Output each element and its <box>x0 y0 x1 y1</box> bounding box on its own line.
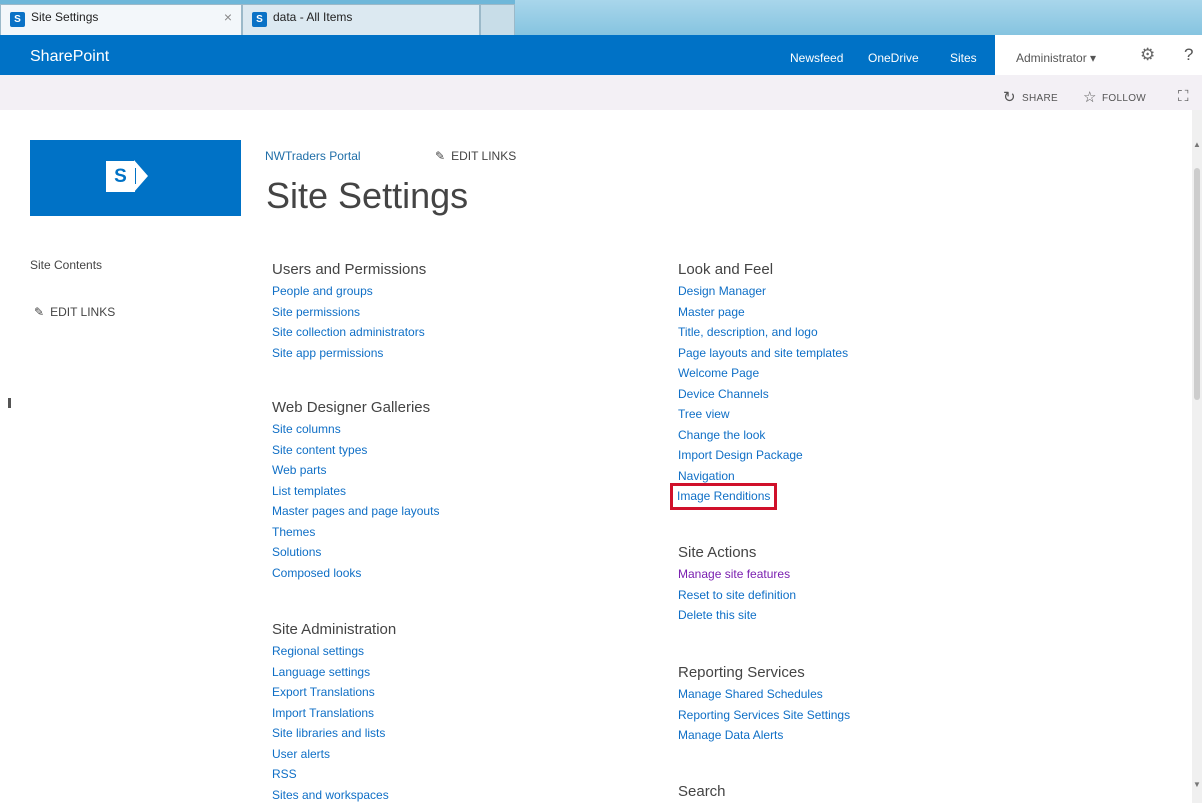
scroll-down-icon[interactable]: ▼ <box>1193 780 1201 789</box>
section-search: Search <box>678 781 726 803</box>
section-web-designer-galleries: Web Designer Galleries Site columns Site… <box>272 397 439 583</box>
link-design-manager[interactable]: Design Manager <box>678 281 848 302</box>
focus-marker <box>8 398 11 408</box>
link-device-channels[interactable]: Device Channels <box>678 384 848 405</box>
link-welcome-page[interactable]: Welcome Page <box>678 363 848 384</box>
link-page-layouts-templates[interactable]: Page layouts and site templates <box>678 343 848 364</box>
link-import-design-package[interactable]: Import Design Package <box>678 445 848 466</box>
gear-icon[interactable]: ⚙ <box>1140 45 1155 65</box>
tab-site-settings[interactable]: S Site Settings × <box>0 4 242 35</box>
link-site-libraries-lists[interactable]: Site libraries and lists <box>272 723 396 744</box>
section-title: Users and Permissions <box>272 261 427 278</box>
browser-tabstrip: S Site Settings × S data - All Items <box>0 0 1202 35</box>
link-title-description-logo[interactable]: Title, description, and logo <box>678 322 848 343</box>
link-list-templates[interactable]: List templates <box>272 481 439 502</box>
section-reporting-services: Reporting Services Manage Shared Schedul… <box>678 662 850 746</box>
link-language-settings[interactable]: Language settings <box>272 662 396 683</box>
edit-links-label: EDIT LINKS <box>451 149 517 163</box>
link-people-groups[interactable]: People and groups <box>272 281 426 302</box>
section-look-and-feel: Look and Feel Design Manager Master page… <box>669 259 848 510</box>
link-regional-settings[interactable]: Regional settings <box>272 641 396 662</box>
link-site-app-permissions[interactable]: Site app permissions <box>272 343 426 364</box>
edit-links-nav-button[interactable]: ✎ EDIT LINKS <box>34 305 115 319</box>
sharepoint-favicon-icon: S <box>252 12 267 27</box>
link-manage-site-features[interactable]: Manage site features <box>678 564 796 585</box>
sharepoint-favicon-icon: S <box>10 12 25 27</box>
pencil-icon: ✎ <box>34 305 45 319</box>
link-master-page[interactable]: Master page <box>678 302 848 323</box>
share-icon[interactable]: ↻ <box>1003 88 1016 106</box>
link-site-collection-admins[interactable]: Site collection administrators <box>272 322 426 343</box>
suite-link-newsfeed[interactable]: Newsfeed <box>790 51 843 65</box>
edit-links-label: EDIT LINKS <box>50 305 116 319</box>
logo-arrow-icon <box>134 160 148 192</box>
page-title: Site Settings <box>266 175 469 216</box>
link-themes[interactable]: Themes <box>272 522 439 543</box>
link-solutions[interactable]: Solutions <box>272 542 439 563</box>
follow-button[interactable]: FOLLOW <box>1102 93 1146 104</box>
suite-link-onedrive[interactable]: OneDrive <box>868 51 919 65</box>
link-image-renditions[interactable]: Image Renditions <box>669 483 778 510</box>
star-icon[interactable]: ☆ <box>1083 88 1096 106</box>
link-change-the-look[interactable]: Change the look <box>678 425 848 446</box>
tab-label: Site Settings <box>31 10 99 24</box>
link-navigation[interactable]: Navigation <box>678 466 848 487</box>
link-composed-looks[interactable]: Composed looks <box>272 563 439 584</box>
link-manage-shared-schedules[interactable]: Manage Shared Schedules <box>678 684 850 705</box>
link-manage-data-alerts[interactable]: Manage Data Alerts <box>678 725 850 746</box>
link-rss[interactable]: RSS <box>272 764 396 785</box>
link-reset-site-definition[interactable]: Reset to site definition <box>678 585 796 606</box>
sharepoint-logo-icon: S <box>106 161 135 192</box>
section-title: Search <box>678 783 726 800</box>
tabstrip-background <box>515 0 1202 35</box>
share-button[interactable]: SHARE <box>1022 93 1058 104</box>
scroll-up-icon[interactable]: ▲ <box>1193 140 1201 149</box>
link-master-pages-layouts[interactable]: Master pages and page layouts <box>272 501 439 522</box>
link-export-translations[interactable]: Export Translations <box>272 682 396 703</box>
edit-links-top-button[interactable]: ✎ EDIT LINKS <box>435 149 516 163</box>
tab-label: data - All Items <box>273 10 353 24</box>
section-site-administration: Site Administration Regional settings La… <box>272 619 396 803</box>
user-menu[interactable]: Administrator ▾ <box>1016 51 1096 65</box>
section-title: Site Administration <box>272 621 397 638</box>
tab-data-all-items[interactable]: S data - All Items <box>242 4 480 35</box>
close-tab-icon[interactable]: × <box>224 9 232 25</box>
link-tree-view[interactable]: Tree view <box>678 404 848 425</box>
link-site-columns[interactable]: Site columns <box>272 419 439 440</box>
link-user-alerts[interactable]: User alerts <box>272 744 396 765</box>
section-title: Web Designer Galleries <box>272 399 431 416</box>
link-web-parts[interactable]: Web parts <box>272 460 439 481</box>
section-title: Site Actions <box>678 544 757 561</box>
site-logo[interactable]: S <box>30 140 241 216</box>
link-delete-this-site[interactable]: Delete this site <box>678 605 796 626</box>
suite-link-sites[interactable]: Sites <box>950 51 977 65</box>
section-site-actions: Site Actions Manage site features Reset … <box>678 542 796 626</box>
link-site-content-types[interactable]: Site content types <box>272 440 439 461</box>
link-reporting-services-settings[interactable]: Reporting Services Site Settings <box>678 705 850 726</box>
sharepoint-brand[interactable]: SharePoint <box>30 48 109 66</box>
section-users-permissions: Users and Permissions People and groups … <box>272 259 426 363</box>
focus-on-content-icon[interactable]: ⛶ <box>1178 88 1189 105</box>
breadcrumb[interactable]: NWTraders Portal <box>265 149 361 163</box>
help-icon[interactable]: ? <box>1184 45 1193 65</box>
link-import-translations[interactable]: Import Translations <box>272 703 396 724</box>
link-site-permissions[interactable]: Site permissions <box>272 302 426 323</box>
nav-site-contents[interactable]: Site Contents <box>30 258 102 272</box>
scrollbar-thumb[interactable] <box>1194 168 1200 400</box>
section-title: Reporting Services <box>678 664 805 681</box>
link-sites-workspaces[interactable]: Sites and workspaces <box>272 785 396 803</box>
new-tab-button[interactable] <box>480 4 515 35</box>
pencil-icon: ✎ <box>435 149 446 163</box>
section-title: Look and Feel <box>678 261 774 278</box>
